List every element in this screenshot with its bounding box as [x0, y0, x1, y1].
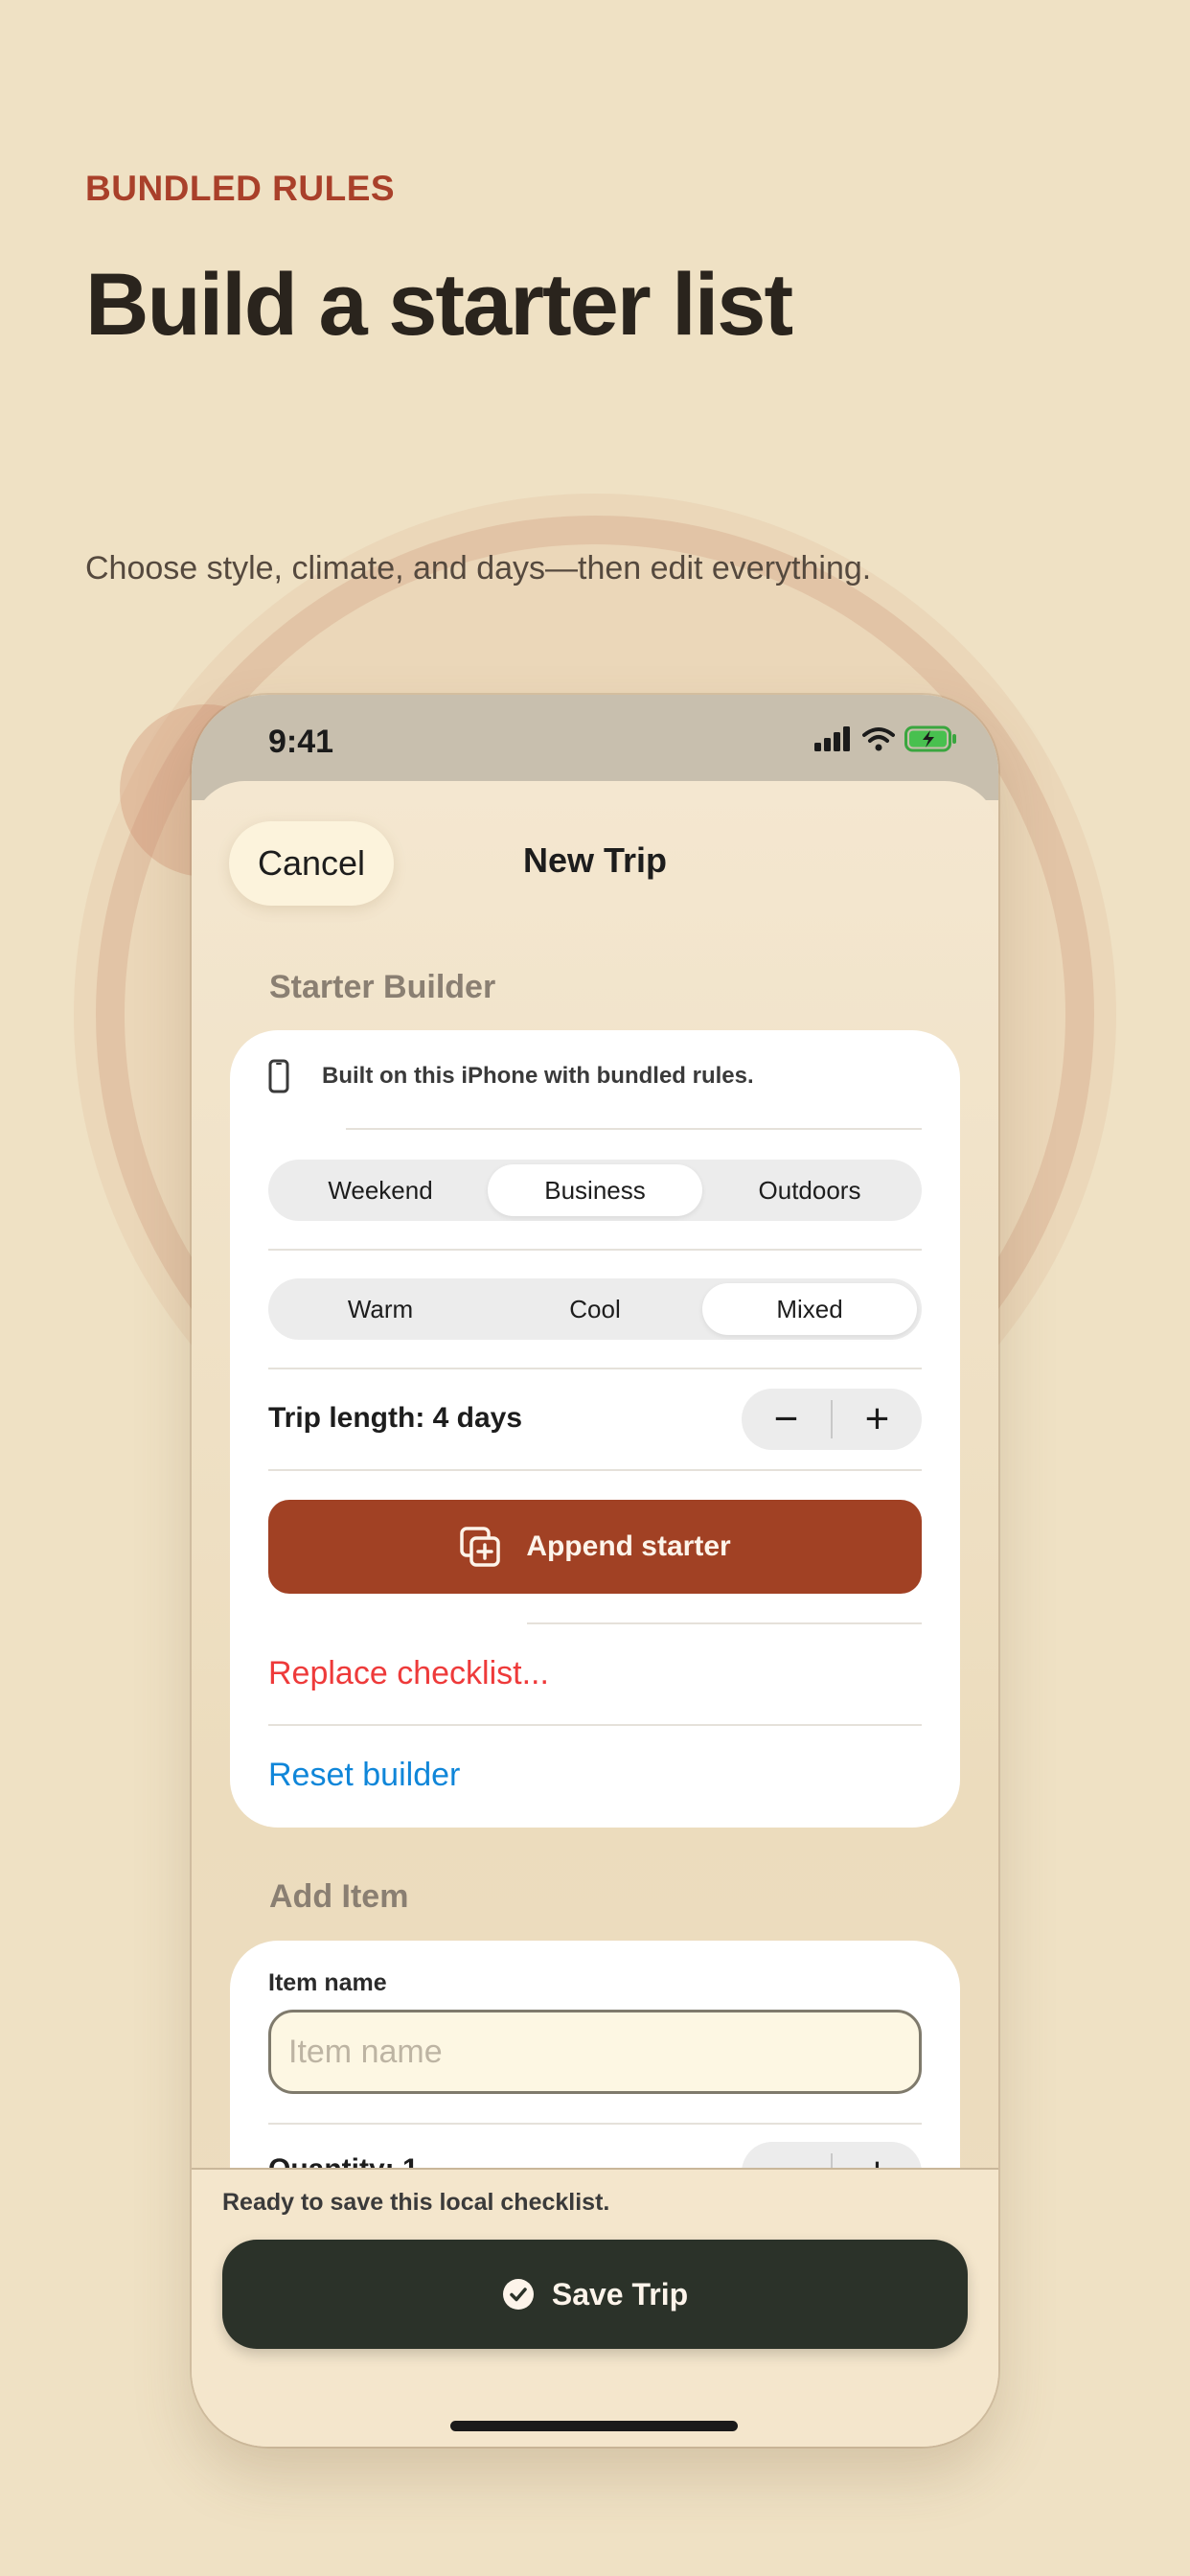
nav-bar: Cancel New Trip	[192, 781, 998, 925]
eyebrow-label: BUNDLED RULES	[85, 169, 396, 208]
subhead: Choose style, climate, and days—then edi…	[85, 550, 872, 586]
starter-builder-card: Built on this iPhone with bundled rules.…	[230, 1030, 960, 1828]
headline: Build a starter list	[85, 256, 793, 354]
ready-status-text: Ready to save this local checklist.	[222, 2189, 610, 2216]
reset-builder-button[interactable]: Reset builder	[268, 1757, 460, 1794]
section-label-starter-builder: Starter Builder	[269, 969, 496, 1005]
segment-business[interactable]: Business	[488, 1164, 702, 1216]
save-trip-button[interactable]: Save Trip	[222, 2240, 968, 2349]
phone-mockup: 9:41 Cancel New Trip Starter Builder Bui…	[192, 695, 998, 2447]
divider	[268, 1368, 922, 1369]
climate-segmented-control: Warm Cool Mixed	[268, 1278, 922, 1340]
checkmark-circle-icon	[502, 2279, 534, 2310]
home-indicator	[450, 2421, 738, 2431]
iphone-icon	[268, 1059, 289, 1093]
item-name-label: Item name	[268, 1969, 387, 1996]
wifi-icon	[862, 727, 895, 751]
replace-checklist-button[interactable]: Replace checklist...	[268, 1655, 549, 1692]
append-copy-icon	[460, 1527, 501, 1567]
decrement-button[interactable]: −	[742, 1389, 831, 1450]
divider	[268, 1724, 922, 1726]
segment-cool[interactable]: Cool	[488, 1283, 702, 1335]
trip-length-label: Trip length: 4 days	[268, 1402, 523, 1434]
save-trip-label: Save Trip	[551, 2276, 689, 2312]
section-label-add-item: Add Item	[269, 1878, 409, 1915]
divider	[527, 1622, 922, 1624]
divider	[268, 2123, 922, 2125]
bottom-save-bar: Ready to save this local checklist. Save…	[192, 2168, 998, 2447]
segment-warm[interactable]: Warm	[273, 1283, 488, 1335]
segment-weekend[interactable]: Weekend	[273, 1164, 488, 1216]
segment-outdoors[interactable]: Outdoors	[702, 1164, 917, 1216]
append-starter-button[interactable]: Append starter	[268, 1500, 922, 1594]
signal-icon	[814, 726, 850, 751]
segment-mixed[interactable]: Mixed	[702, 1283, 917, 1335]
battery-charging-icon	[904, 725, 956, 752]
increment-button[interactable]: +	[833, 1389, 922, 1450]
divider	[268, 1469, 922, 1471]
info-text: Built on this iPhone with bundled rules.	[322, 1063, 754, 1089]
divider	[268, 1249, 922, 1251]
status-time: 9:41	[268, 724, 334, 760]
nav-title: New Trip	[522, 840, 668, 880]
status-icons	[814, 725, 958, 752]
divider	[346, 1128, 922, 1130]
append-starter-label: Append starter	[526, 1530, 731, 1562]
trip-length-stepper: − +	[742, 1389, 922, 1450]
item-name-input[interactable]	[268, 2010, 922, 2094]
info-row: Built on this iPhone with bundled rules.	[268, 1059, 754, 1093]
style-segmented-control: Weekend Business Outdoors	[268, 1160, 922, 1221]
